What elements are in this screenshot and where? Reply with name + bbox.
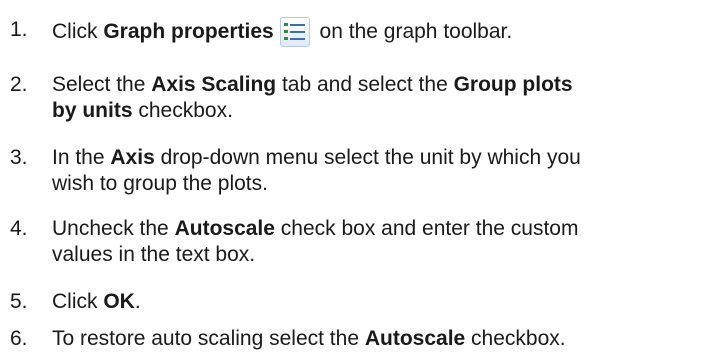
- step-number: 1.: [10, 18, 28, 41]
- step-text-line-2: values in the text box.: [52, 243, 256, 266]
- step-text: Select the Axis Scaling tab and select t…: [52, 72, 724, 124]
- ui-term-axis-scaling: Axis Scaling: [151, 73, 277, 96]
- step-text-segment: check box and enter the custom: [274, 217, 579, 240]
- ui-term-axis: Axis: [110, 146, 155, 169]
- ui-term-ok: OK: [103, 290, 135, 313]
- step-text: Click OK.: [52, 289, 724, 315]
- step-text-segment: Uncheck the: [52, 217, 175, 240]
- step-text-segment: Select the: [52, 73, 152, 96]
- step-text-segment: checkbox.: [465, 327, 566, 350]
- step-text: In the Axis drop-down menu select the un…: [52, 145, 724, 197]
- step-text-segment: In the: [52, 146, 111, 169]
- step-text-segment: on the graph toolbar.: [313, 20, 513, 43]
- step-text-segment: tab and select the: [276, 73, 454, 96]
- step-number: 4.: [10, 217, 28, 240]
- step-text-segment: To restore auto scaling select the: [52, 327, 365, 350]
- ui-term-group-plots: Group plots: [453, 73, 573, 96]
- step-text-segment: checkbox.: [132, 99, 233, 122]
- step-text: Click Graph properties on the graph tool…: [52, 17, 724, 47]
- step-number: 5.: [10, 290, 28, 313]
- ui-term-graph-properties: Graph properties: [103, 20, 274, 43]
- step-text-line-2: by units checkbox.: [52, 98, 724, 124]
- ui-term-autoscale: Autoscale: [364, 327, 466, 350]
- step-text-segment: Click: [52, 20, 104, 43]
- ui-term-autoscale: Autoscale: [174, 217, 275, 240]
- step-text-segment: .: [134, 290, 141, 313]
- step-number: 3.: [10, 146, 28, 169]
- graph-properties-icon-glyph: [283, 23, 305, 40]
- step-text: Uncheck the Autoscale check box and ente…: [52, 216, 724, 268]
- step-text: To restore auto scaling select the Autos…: [52, 326, 724, 352]
- graph-properties-icon: [279, 17, 310, 47]
- ui-term-by-units: by units: [52, 99, 133, 122]
- step-number: 6.: [10, 327, 28, 350]
- step-number: 2.: [10, 73, 28, 96]
- step-text-segment: Click: [52, 290, 104, 313]
- step-text-segment: drop-down menu select the unit by which …: [154, 146, 581, 169]
- step-text-line-2: wish to group the plots.: [52, 172, 268, 195]
